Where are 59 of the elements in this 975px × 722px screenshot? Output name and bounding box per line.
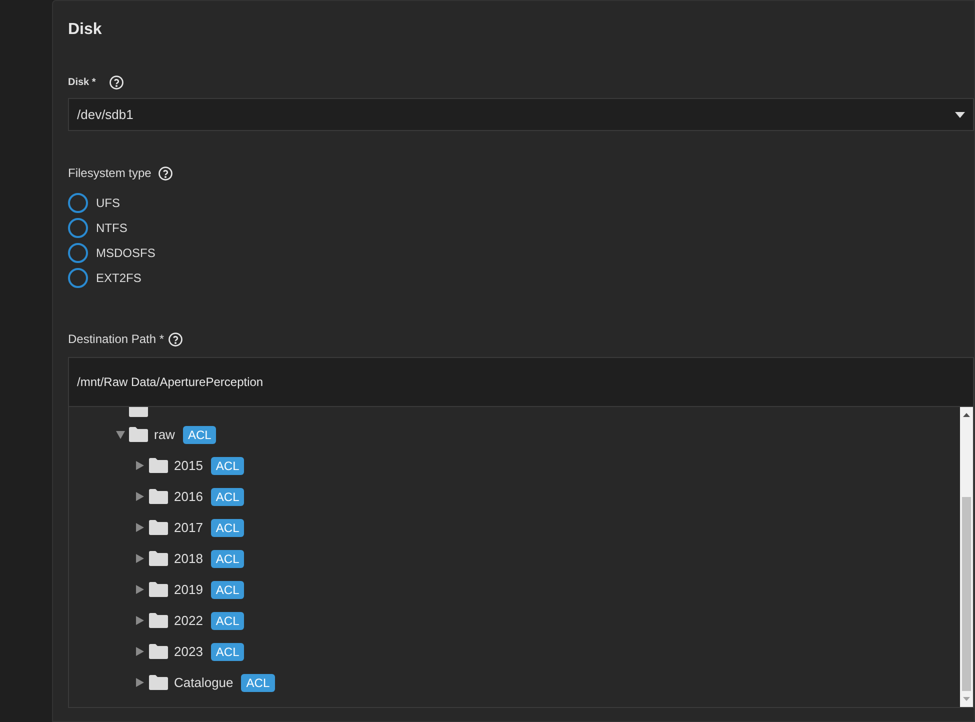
path-input[interactable]: /mnt/Raw Data/AperturePerception [69,358,973,407]
scroll-up-icon[interactable] [963,413,970,417]
dropdown-caret-icon [955,112,965,118]
folder-icon [148,581,169,598]
radio-label: MSDOSFS [96,245,156,262]
caret-right-icon [136,554,144,563]
disk-select[interactable]: /dev/sdb1 [68,98,974,131]
acl-badge: ACL [210,518,244,536]
folder-name[interactable]: 2017 [174,518,203,538]
radio-label: EXT2FS [96,270,142,287]
select-value: /dev/sdb1 [77,106,134,124]
folder-name[interactable]: 2018 [174,548,203,568]
folder-icon [148,457,169,474]
acl-badge: ACL [210,612,244,630]
caret-right-icon [136,678,144,687]
field-label: Disk * [68,76,96,90]
folder-name[interactable]: 2023 [174,642,203,662]
caret-right-icon [136,647,144,656]
folder-name[interactable]: 2015 [174,456,203,476]
folder-name[interactable]: 2016 [174,486,203,506]
field-label: Destination Path * [68,331,164,348]
folder-icon [148,550,169,567]
folder-name[interactable]: raw [154,424,175,444]
help-icon[interactable] [108,75,124,90]
radio-label: NTFS [96,220,128,237]
folder-name[interactable]: 2022 [174,610,203,630]
help-icon[interactable] [168,332,184,346]
radio-button[interactable] [68,243,88,263]
caret-right-icon [136,585,144,594]
acl-badge: ACL [210,488,244,506]
folder-icon [128,426,149,443]
acl-badge: ACL [241,674,275,692]
scroll-thumb[interactable] [962,497,971,691]
folder-name[interactable]: 2019 [174,580,203,600]
caret-right-icon [136,461,144,470]
radio-button[interactable] [68,218,88,238]
caret-right-icon [136,523,144,532]
caret-down-icon [116,430,124,438]
folder-icon [148,519,169,536]
acl-badge: ACL [210,580,244,598]
folder-icon [148,488,169,505]
radio-button[interactable] [68,193,88,213]
card-title: Disk [68,20,103,40]
caret-right-icon [136,492,144,501]
input-value: /mnt/Raw Data/AperturePerception [77,374,264,391]
radio-button[interactable] [68,268,88,288]
caret-right-icon [136,616,144,625]
acl-badge: ACL [182,426,216,444]
scrollbar[interactable] [960,407,973,707]
help-icon[interactable] [158,166,174,180]
field-label: Filesystem type [68,165,152,182]
folder-icon [148,643,169,660]
folder-name[interactable]: Catalogue [174,672,234,692]
radio-label: UFS [96,195,120,212]
folder-icon [148,612,169,629]
folder-icon [148,674,169,691]
acl-badge: ACL [210,642,244,660]
acl-badge: ACL [210,456,244,474]
acl-badge: ACL [210,550,244,568]
